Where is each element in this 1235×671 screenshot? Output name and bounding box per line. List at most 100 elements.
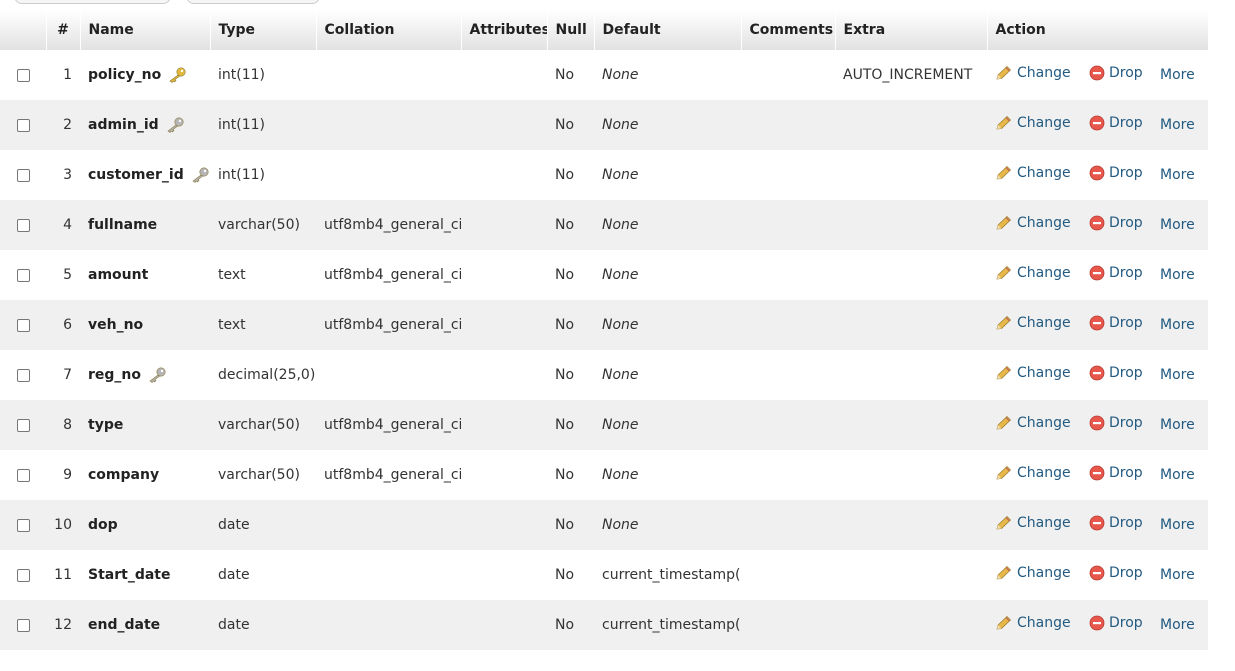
top-tab[interactable] xyxy=(14,0,171,4)
change-button[interactable]: Change xyxy=(995,515,1071,531)
row-checkbox[interactable] xyxy=(16,318,30,332)
more-label: More xyxy=(1160,417,1195,433)
drop-button[interactable]: Drop xyxy=(1089,415,1143,431)
change-label: Change xyxy=(1017,215,1071,231)
column-collation xyxy=(316,550,461,600)
header-checkbox xyxy=(0,10,47,50)
row-checkbox[interactable] xyxy=(16,518,30,532)
change-button[interactable]: Change xyxy=(995,115,1071,131)
column-collation: utf8mb4_general_ci xyxy=(316,450,461,500)
more-button[interactable]: More xyxy=(1160,517,1195,533)
drop-button[interactable]: Drop xyxy=(1089,115,1143,131)
drop-button[interactable]: Drop xyxy=(1089,365,1143,381)
header-row: # Name Type Collation Attributes Null De… xyxy=(0,10,1209,50)
more-label: More xyxy=(1160,217,1195,233)
more-button[interactable]: More xyxy=(1160,217,1195,233)
drop-button[interactable]: Drop xyxy=(1089,315,1143,331)
drop-button[interactable]: Drop xyxy=(1089,265,1143,281)
header-attributes[interactable]: Attributes xyxy=(461,10,548,50)
column-collation xyxy=(316,350,461,400)
column-comments xyxy=(741,450,835,500)
more-button[interactable]: More xyxy=(1160,467,1195,483)
row-checkbox[interactable] xyxy=(16,468,30,482)
row-checkbox[interactable] xyxy=(16,118,30,132)
column-null: No xyxy=(547,150,594,200)
column-type: decimal(25,0) xyxy=(210,350,316,400)
drop-button[interactable]: Drop xyxy=(1089,215,1143,231)
drop-button[interactable]: Drop xyxy=(1089,565,1143,581)
change-button[interactable]: Change xyxy=(995,215,1071,231)
row-select-cell xyxy=(0,200,46,250)
column-comments xyxy=(741,50,835,100)
drop-button[interactable]: Drop xyxy=(1089,465,1143,481)
more-button[interactable]: More xyxy=(1160,167,1195,183)
row-actions: Change Drop More xyxy=(987,600,1208,650)
column-collation xyxy=(316,50,461,100)
column-name-cell: reg_no xyxy=(80,350,210,400)
change-button[interactable]: Change xyxy=(995,365,1071,381)
row-checkbox[interactable] xyxy=(16,168,30,182)
change-button[interactable]: Change xyxy=(995,165,1071,181)
column-attributes xyxy=(461,550,547,600)
row-checkbox[interactable] xyxy=(16,568,30,582)
more-label: More xyxy=(1160,317,1195,333)
more-button[interactable]: More xyxy=(1160,567,1195,583)
drop-button[interactable]: Drop xyxy=(1089,65,1143,81)
column-type: int(11) xyxy=(210,150,316,200)
header-default[interactable]: Default xyxy=(594,10,742,50)
change-label: Change xyxy=(1017,515,1071,531)
row-checkbox[interactable] xyxy=(16,68,30,82)
more-button[interactable]: More xyxy=(1160,67,1195,83)
table-row: 2 admin_id int(11) No None Change Drop M… xyxy=(0,100,1208,150)
row-number: 3 xyxy=(46,150,80,200)
column-null: No xyxy=(547,450,594,500)
pencil-icon xyxy=(996,616,1012,630)
drop-button[interactable]: Drop xyxy=(1089,615,1143,631)
column-collation xyxy=(316,150,461,200)
column-type: varchar(50) xyxy=(210,200,316,250)
more-label: More xyxy=(1160,617,1195,633)
change-button[interactable]: Change xyxy=(995,65,1071,81)
header-num[interactable]: # xyxy=(46,10,81,50)
column-comments xyxy=(741,250,835,300)
change-button[interactable]: Change xyxy=(995,465,1071,481)
change-label: Change xyxy=(1017,565,1071,581)
change-button[interactable]: Change xyxy=(995,615,1071,631)
column-extra xyxy=(835,550,987,600)
column-name: admin_id xyxy=(88,117,159,133)
row-checkbox[interactable] xyxy=(16,268,30,282)
column-attributes xyxy=(461,450,547,500)
more-label: More xyxy=(1160,267,1195,283)
header-name[interactable]: Name xyxy=(80,10,211,50)
pencil-icon xyxy=(996,116,1012,130)
header-type[interactable]: Type xyxy=(210,10,317,50)
column-null: No xyxy=(547,200,594,250)
column-extra xyxy=(835,450,987,500)
header-extra[interactable]: Extra xyxy=(835,10,988,50)
row-checkbox[interactable] xyxy=(16,618,30,632)
column-null: No xyxy=(547,350,594,400)
column-default: None xyxy=(594,150,741,200)
more-button[interactable]: More xyxy=(1160,117,1195,133)
change-label: Change xyxy=(1017,115,1071,131)
row-actions: Change Drop More xyxy=(987,400,1208,450)
row-checkbox[interactable] xyxy=(16,418,30,432)
change-button[interactable]: Change xyxy=(995,565,1071,581)
change-button[interactable]: Change xyxy=(995,265,1071,281)
drop-button[interactable]: Drop xyxy=(1089,515,1143,531)
header-comments[interactable]: Comments xyxy=(741,10,836,50)
change-button[interactable]: Change xyxy=(995,315,1071,331)
header-collation[interactable]: Collation xyxy=(316,10,462,50)
more-button[interactable]: More xyxy=(1160,617,1195,633)
header-null[interactable]: Null xyxy=(547,10,595,50)
top-tab[interactable] xyxy=(186,0,320,4)
row-checkbox[interactable] xyxy=(16,218,30,232)
drop-button[interactable]: Drop xyxy=(1089,165,1143,181)
more-button[interactable]: More xyxy=(1160,267,1195,283)
more-button[interactable]: More xyxy=(1160,417,1195,433)
row-checkbox[interactable] xyxy=(16,368,30,382)
more-button[interactable]: More xyxy=(1160,367,1195,383)
column-name-cell: dop xyxy=(80,500,210,550)
change-button[interactable]: Change xyxy=(995,415,1071,431)
more-button[interactable]: More xyxy=(1160,317,1195,333)
